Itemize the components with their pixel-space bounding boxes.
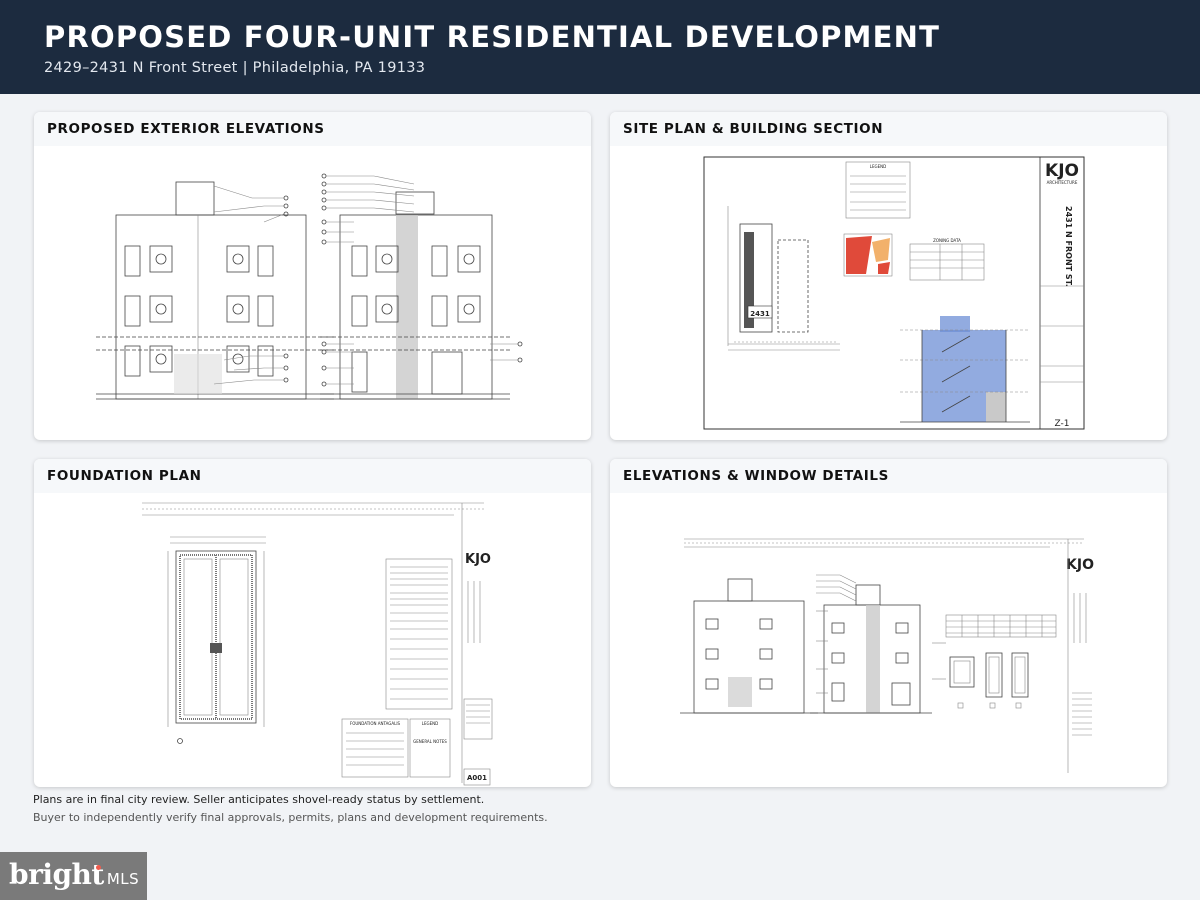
elevations-svg xyxy=(96,173,523,400)
front-elevation-drawing xyxy=(96,181,334,400)
page-header: PROPOSED FOUR-UNIT RESIDENTIAL DEVELOPME… xyxy=(0,0,1200,94)
panel-title: SITE PLAN & BUILDING SECTION xyxy=(610,112,1167,146)
exterior-elevations-panel: PROPOSED EXTERIOR ELEVATIONS xyxy=(34,112,591,440)
foundation-plan-svg: FOUNDATION ANTAGALIS LEGEND GENERAL NOTE… xyxy=(142,502,493,786)
foundation-legend-title: LEGEND xyxy=(422,721,438,726)
panel-title: PROPOSED EXTERIOR ELEVATIONS xyxy=(34,112,591,146)
architect-logo-sub: ARCHITECTURE xyxy=(1047,180,1078,185)
foundation-sheet-number: A001 xyxy=(467,774,487,782)
site-plan-panel: SITE PLAN & BUILDING SECTION KJO ARCHITE… xyxy=(610,112,1167,440)
property-address: 2429–2431 N Front Street | Philadelphia,… xyxy=(44,60,426,76)
site-plan-drawing[interactable]: KJO ARCHITECTURE 2431 N FRONT ST. Z-1 LE… xyxy=(610,146,1167,440)
side-elevation-drawing xyxy=(320,173,523,400)
watermark-dot-icon xyxy=(96,865,101,870)
page-title: PROPOSED FOUR-UNIT RESIDENTIAL DEVELOPME… xyxy=(44,20,941,54)
watermark-suffix: MLS xyxy=(106,870,140,888)
disclaimer-note: Buyer to independently verify final appr… xyxy=(33,811,548,824)
foundation-plan-panel: FOUNDATION PLAN FOUNDATION ANTAGALIS LEG… xyxy=(34,459,591,787)
foundation-table-title: FOUNDATION ANTAGALIS xyxy=(350,721,401,726)
architect-logo: KJO xyxy=(1045,161,1079,181)
sheet-address: 2431 N FRONT ST. xyxy=(1064,206,1073,287)
sheet-number: Z-1 xyxy=(1055,419,1070,429)
window-details-drawing[interactable]: KJO xyxy=(610,493,1167,787)
foundation-architect-logo: KJO xyxy=(465,552,491,567)
window-details-svg: KJO xyxy=(680,538,1094,773)
panel-title: FOUNDATION PLAN xyxy=(34,459,591,493)
site-plan-svg: KJO ARCHITECTURE 2431 N FRONT ST. Z-1 LE… xyxy=(703,156,1085,430)
general-notes-title: GENERAL NOTES xyxy=(413,739,447,744)
watermark-brand: bright xyxy=(9,858,104,891)
panel-title: ELEVATIONS & WINDOW DETAILS xyxy=(610,459,1167,493)
exterior-elevations-drawing[interactable] xyxy=(34,146,591,440)
zoning-title: ZONING DATA xyxy=(933,238,961,243)
legend-title: LEGEND xyxy=(870,164,886,169)
details-architect-logo: KJO xyxy=(1066,557,1094,573)
foundation-plan-drawing[interactable]: FOUNDATION ANTAGALIS LEGEND GENERAL NOTE… xyxy=(34,493,591,787)
plan-status-note: Plans are in final city review. Seller a… xyxy=(33,793,485,806)
lot-number: 2431 xyxy=(750,310,770,318)
window-details-panel: ELEVATIONS & WINDOW DETAILS KJO xyxy=(610,459,1167,787)
mls-watermark: bright MLS xyxy=(0,852,147,900)
